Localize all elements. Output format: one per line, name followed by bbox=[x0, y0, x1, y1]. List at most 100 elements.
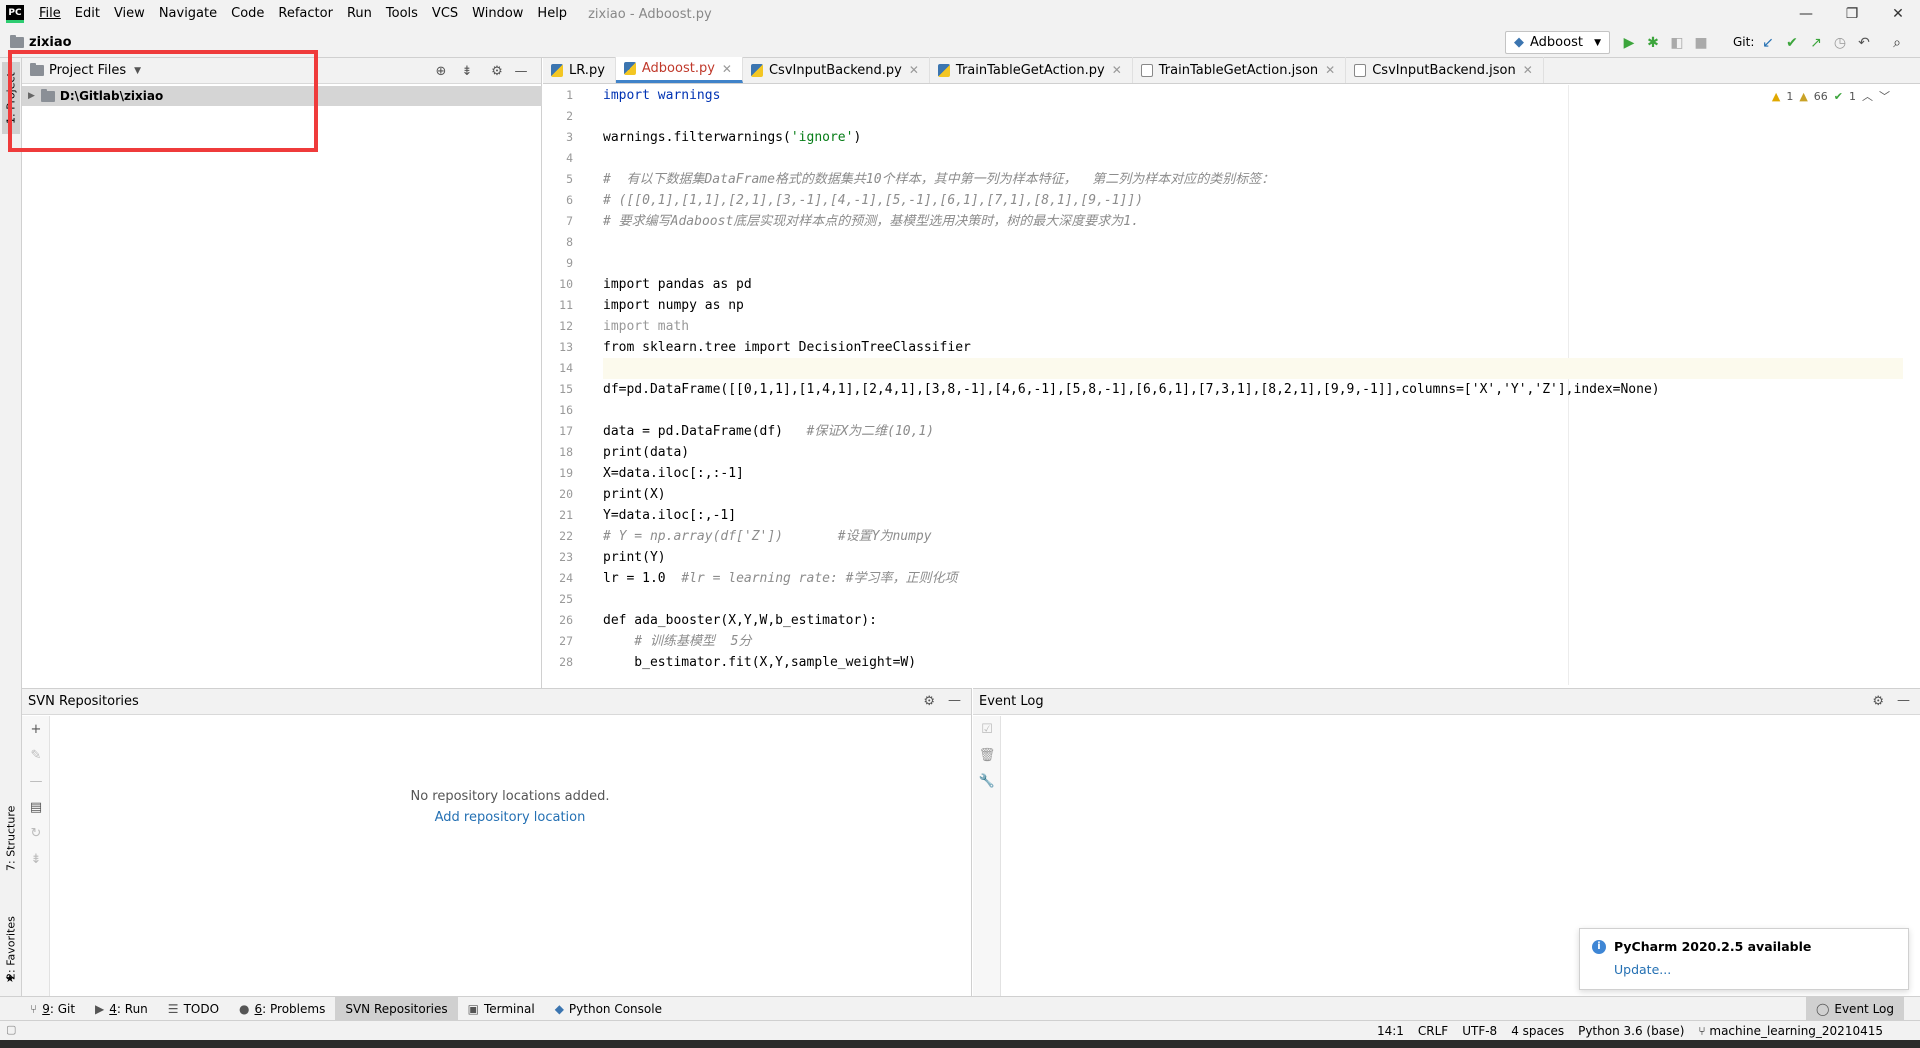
python-interpreter[interactable]: Python 3.6 (base) bbox=[1571, 1024, 1691, 1038]
git-push-icon[interactable]: ↗ bbox=[1805, 32, 1827, 54]
run-configuration-select[interactable]: ◆ Adboost ▼ bbox=[1505, 31, 1610, 54]
menu-view[interactable]: View bbox=[107, 0, 152, 28]
add-repository-link[interactable]: Add repository location bbox=[50, 810, 970, 825]
event-log-icon: ◯ bbox=[1815, 1001, 1830, 1016]
gear-icon[interactable]: ⚙ bbox=[1872, 694, 1884, 709]
rollback-icon[interactable]: ↶ bbox=[1853, 32, 1875, 54]
todo-icon: ☰ bbox=[167, 1001, 179, 1016]
minimize-icon[interactable]: — bbox=[1783, 0, 1829, 28]
menu-help[interactable]: Help bbox=[530, 0, 574, 28]
python-file-icon bbox=[623, 62, 636, 75]
line-separator[interactable]: CRLF bbox=[1411, 1024, 1455, 1038]
menu-tools[interactable]: Tools bbox=[379, 0, 425, 28]
svn-repositories-panel: SVN Repositories ⚙ — + ✎ — ▤ ↻ ⇟ No repo… bbox=[22, 688, 972, 996]
menu-code[interactable]: Code bbox=[224, 0, 271, 28]
star-icon: ★ bbox=[5, 972, 15, 985]
hide-icon[interactable]: — bbox=[1897, 693, 1910, 708]
git-update-icon[interactable]: ↙ bbox=[1757, 32, 1779, 54]
menu-file[interactable]: File bbox=[32, 0, 68, 28]
git-branch[interactable]: ⑂ machine_learning_20210415 bbox=[1691, 1024, 1890, 1038]
project-panel: Project Files ▼ ⊕ ⇟ ⚙ — ▶ D:\Gitlab\zixi… bbox=[22, 58, 542, 688]
hide-icon[interactable]: — bbox=[512, 62, 530, 80]
close-tab-icon[interactable]: ✕ bbox=[722, 62, 732, 76]
close-tab-icon[interactable]: ✕ bbox=[909, 63, 919, 77]
menu-run[interactable]: Run bbox=[340, 0, 379, 28]
gear-icon[interactable]: ⚙ bbox=[488, 62, 506, 80]
refresh-icon[interactable]: ↻ bbox=[22, 820, 50, 846]
breadcrumb[interactable]: zixiao bbox=[10, 35, 72, 50]
python-console-icon: ◆ bbox=[554, 1001, 564, 1016]
svn-panel-header: SVN Repositories ⚙ — bbox=[22, 689, 971, 715]
menu-refactor[interactable]: Refactor bbox=[271, 0, 340, 28]
search-icon[interactable]: ⌕ bbox=[1886, 32, 1908, 54]
close-icon[interactable]: ✕ bbox=[1875, 0, 1920, 28]
editor-area: LR.py Adboost.py ✕ CsvInputBackend.py ✕ Tr… bbox=[543, 57, 1920, 688]
git-commit-icon[interactable]: ✔ bbox=[1781, 32, 1803, 54]
structure-tool-tab[interactable]: 7: Structure bbox=[2, 798, 20, 878]
tool-window-problems[interactable]: ● 6: Problems bbox=[229, 997, 335, 1021]
coverage-icon[interactable]: ◧ bbox=[1666, 32, 1688, 54]
remove-icon[interactable]: — bbox=[22, 768, 50, 794]
edit-icon[interactable]: ✎ bbox=[22, 742, 50, 768]
hide-icon[interactable]: — bbox=[948, 693, 961, 708]
chevron-down-icon: ▼ bbox=[1594, 37, 1601, 48]
folder-icon bbox=[10, 35, 24, 48]
menu-edit[interactable]: Edit bbox=[68, 0, 107, 28]
tool-window-event-log[interactable]: ◯ Event Log bbox=[1805, 996, 1904, 1021]
event-log-header: Event Log ⚙ — bbox=[973, 689, 1920, 715]
pycharm-logo: PC bbox=[6, 5, 24, 23]
browse-icon[interactable]: ▤ bbox=[22, 794, 50, 820]
breadcrumb-project[interactable]: zixiao bbox=[29, 35, 72, 50]
tool-window-terminal[interactable]: ▣ Terminal bbox=[458, 997, 545, 1021]
close-tab-icon[interactable]: ✕ bbox=[1523, 63, 1533, 77]
tab-csvinputbackend-py[interactable]: CsvInputBackend.py ✕ bbox=[743, 57, 930, 83]
tab-lr-py[interactable]: LR.py bbox=[543, 57, 616, 83]
python-icon: ◆ bbox=[1514, 35, 1524, 50]
locate-icon[interactable]: ⊕ bbox=[432, 62, 450, 80]
svn-panel-title: SVN Repositories bbox=[28, 694, 139, 709]
python-file-icon bbox=[750, 63, 763, 77]
tool-window-python-console[interactable]: ◆ Python Console bbox=[545, 997, 672, 1021]
gear-icon[interactable]: ⚙ bbox=[923, 694, 935, 709]
tool-window-svn[interactable]: SVN Repositories bbox=[335, 996, 458, 1021]
tool-windows-bar: ⑂ 9: Git ▶ 4: Run ☰ TODO ● 6: Problems SVN R… bbox=[0, 996, 1920, 1021]
close-tab-icon[interactable]: ✕ bbox=[1112, 63, 1122, 77]
tool-window-run[interactable]: ▶ 4: Run bbox=[85, 997, 158, 1021]
git-history-icon[interactable]: ◷ bbox=[1829, 32, 1851, 54]
collapse-all-icon[interactable]: ⇟ bbox=[458, 62, 476, 80]
event-log-title: Event Log bbox=[979, 694, 1044, 709]
event-log-toolbar: ☑ 🗑 🔧 bbox=[973, 716, 1001, 996]
collapse-icon[interactable]: ⇟ bbox=[22, 846, 50, 872]
menu-window[interactable]: Window bbox=[465, 0, 530, 28]
info-icon: i bbox=[1592, 939, 1606, 954]
maximize-icon[interactable]: ❐ bbox=[1829, 0, 1875, 28]
update-link[interactable]: Update... bbox=[1592, 962, 1896, 977]
tool-window-git[interactable]: ⑂ 9: Git bbox=[20, 997, 85, 1021]
mark-read-icon[interactable]: ☑ bbox=[973, 716, 1001, 742]
code-editor[interactable]: import warnings warnings.filterwarnings(… bbox=[603, 85, 1903, 685]
menu-navigate[interactable]: Navigate bbox=[152, 0, 224, 28]
menu-vcs[interactable]: VCS bbox=[425, 0, 465, 28]
terminal-icon: ▣ bbox=[467, 1001, 479, 1016]
tab-adboost-py[interactable]: Adboost.py ✕ bbox=[615, 57, 743, 83]
add-icon[interactable]: + bbox=[22, 716, 50, 742]
run-icon[interactable]: ▶ bbox=[1618, 32, 1640, 54]
caret-position[interactable]: 14:1 bbox=[1370, 1024, 1411, 1038]
close-tab-icon[interactable]: ✕ bbox=[1325, 63, 1335, 77]
svn-empty-text: No repository locations added. bbox=[410, 789, 610, 804]
tab-traintablegetaction-json[interactable]: TrainTableGetAction.json ✕ bbox=[1133, 57, 1347, 83]
wrench-icon[interactable]: 🔧 bbox=[973, 768, 1001, 794]
problems-icon: ● bbox=[239, 1001, 250, 1016]
tool-window-todo[interactable]: ☰ TODO bbox=[158, 997, 229, 1021]
git-label: Git: bbox=[1733, 35, 1755, 49]
tab-csvinputbackend-json[interactable]: CsvInputBackend.json ✕ bbox=[1346, 57, 1544, 83]
debug-icon[interactable]: ✱ bbox=[1642, 32, 1664, 54]
os-taskbar bbox=[0, 1040, 1920, 1048]
status-toggle-icon[interactable]: ▢ bbox=[6, 1023, 16, 1036]
json-file-icon bbox=[1354, 63, 1367, 77]
tab-traintablegetaction-py[interactable]: TrainTableGetAction.py ✕ bbox=[930, 57, 1133, 83]
indent-setting[interactable]: 4 spaces bbox=[1504, 1024, 1571, 1038]
trash-icon[interactable]: 🗑 bbox=[973, 742, 1001, 768]
file-encoding[interactable]: UTF-8 bbox=[1455, 1024, 1504, 1038]
stop-icon[interactable]: ■ bbox=[1690, 32, 1712, 54]
